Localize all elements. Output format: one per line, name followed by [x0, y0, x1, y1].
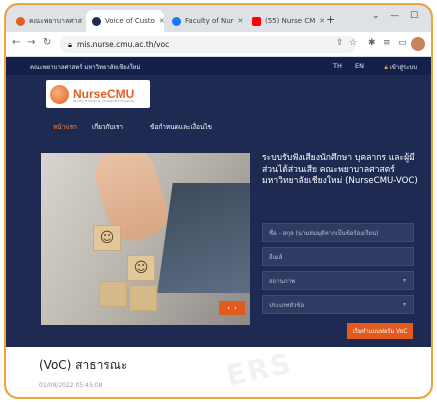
- nav-item-home[interactable]: หน้าแรก: [53, 122, 77, 132]
- browser-tab[interactable]: Faculty of Nur ✕: [166, 10, 244, 32]
- topic-type-select[interactable]: ประเภทหัวข้อ ▾: [262, 295, 414, 314]
- profile-avatar[interactable]: [411, 37, 425, 51]
- star-icon[interactable]: ☆: [349, 38, 357, 48]
- chevron-right-icon[interactable]: ›: [234, 304, 237, 312]
- nav-item-about[interactable]: เกี่ยวกับเรา: [92, 122, 123, 132]
- sidebar-icon[interactable]: ▭: [398, 38, 407, 48]
- voc-form: ระบบรับฟังเสียงนักศึกษา บุคลากร และผู้มี…: [262, 153, 422, 343]
- slider-pager[interactable]: ‹ ›: [219, 301, 245, 315]
- lock-icon: 🔒︎: [384, 64, 388, 71]
- tab-label: (55) Nurse CM: [265, 17, 316, 25]
- name-field-placeholder: ชื่อ - สกุล (นามสมมุติหากเป็นข้อร้องเรีย…: [269, 229, 379, 237]
- new-tab-icon[interactable]: +: [326, 13, 335, 26]
- minimize-icon[interactable]: —: [390, 11, 399, 21]
- section-heading: (VoC) สาธารณะ: [39, 358, 128, 372]
- browser-tab-active[interactable]: Voice of Custo ✕: [86, 10, 164, 32]
- content-section: ERS (VoC) สาธารณะ 01/09/2022 05:45:08: [6, 346, 431, 397]
- browser-tab[interactable]: คณะพยาบาลศาส ✕: [10, 10, 86, 32]
- wood-block: [129, 285, 157, 311]
- smiley-block-icon: ☺: [93, 225, 121, 251]
- topic-type-placeholder: ประเภทหัวข้อ: [269, 301, 305, 309]
- address-bar[interactable]: 🔒︎ mis.nurse.cmu.ac.th/voc: [60, 36, 356, 53]
- email-field[interactable]: อีเมล์: [262, 247, 414, 266]
- share-icon[interactable]: ⇪: [336, 38, 344, 48]
- smiley-block-icon: ☺: [127, 255, 155, 281]
- forward-icon[interactable]: →: [27, 37, 35, 48]
- browser-toolbar: ← → ↻ 🔒︎ mis.nurse.cmu.ac.th/voc ⇪ ☆ ✱ ≡…: [6, 32, 431, 57]
- site-top-bar: คณะพยาบาลศาสตร์ มหาวิทยาลัยเชียงใหม่ TH …: [6, 57, 431, 75]
- screenshot-frame: คณะพยาบาลศาส ✕ Voice of Custo ✕ Faculty …: [4, 3, 433, 399]
- tab-favicon-icon: [16, 16, 25, 26]
- start-voc-form-button[interactable]: เริ่มทำแบบฟอร์ม VoC: [347, 323, 413, 339]
- form-title: ระบบรับฟังเสียงนักศึกษา บุคลากร และผู้มี…: [262, 153, 418, 186]
- chevron-down-icon: ▾: [402, 277, 406, 284]
- youtube-icon: [252, 16, 261, 26]
- status-select[interactable]: สถานภาพ ▾: [262, 271, 414, 290]
- browser-tab-strip: คณะพยาบาลศาส ✕ Voice of Custo ✕ Faculty …: [6, 5, 431, 32]
- lang-en-link[interactable]: EN: [355, 62, 364, 70]
- logo-subtext: Faculty of Nursing, Chiang Mai Universit…: [73, 99, 135, 103]
- lock-icon: 🔒︎: [68, 39, 72, 49]
- reload-icon[interactable]: ↻: [43, 37, 51, 48]
- hero-photo: ☺ ☺ ‹ ›: [41, 153, 250, 325]
- maximize-icon[interactable]: ☐: [410, 11, 418, 21]
- watermark-text: ERS: [223, 346, 296, 393]
- hero-section: ☺ ☺ ‹ › ระบบรับฟังเสียงนักศึกษา บุคลากร …: [6, 149, 431, 347]
- url-text: mis.nurse.cmu.ac.th/voc: [77, 40, 170, 49]
- status-select-placeholder: สถานภาพ: [269, 277, 296, 285]
- chevron-down-icon: ▾: [402, 301, 406, 308]
- back-icon[interactable]: ←: [12, 37, 20, 48]
- chevron-down-icon[interactable]: ⌄: [372, 11, 380, 21]
- login-link[interactable]: 🔒︎ เข้าสู่ระบบ: [385, 62, 417, 72]
- wood-block: [99, 281, 127, 307]
- lang-th-link[interactable]: TH: [333, 62, 342, 70]
- extensions-icon[interactable]: ✱: [368, 38, 376, 48]
- nurse-cmu-emblem-icon: [50, 84, 69, 104]
- browser-tab[interactable]: (55) Nurse CM ✕: [246, 10, 324, 32]
- tab-label: Voice of Custo: [105, 17, 155, 25]
- chevron-left-icon[interactable]: ‹: [227, 304, 230, 312]
- laptop-image: [157, 183, 250, 293]
- site-logo[interactable]: NurseCMU Faculty of Nursing, Chiang Mai …: [46, 80, 150, 108]
- post-date: 01/09/2022 05:45:08: [39, 382, 103, 389]
- university-name: คณะพยาบาลศาสตร์ มหาวิทยาลัยเชียงใหม่: [30, 64, 141, 71]
- close-icon[interactable]: ✕: [159, 17, 164, 25]
- login-label: เข้าสู่ระบบ: [389, 64, 417, 71]
- reading-list-icon[interactable]: ≡: [383, 38, 391, 48]
- facebook-icon: [172, 16, 181, 26]
- nav-item-terms[interactable]: ข้อกำหนดและเงื่อนไข: [150, 122, 212, 132]
- tab-favicon-icon: [92, 16, 101, 26]
- email-field-placeholder: อีเมล์: [269, 253, 283, 261]
- close-icon[interactable]: ✕: [319, 17, 324, 25]
- logo-band: NurseCMU Faculty of Nursing, Chiang Mai …: [6, 75, 431, 111]
- tab-label: คณะพยาบาลศาส: [29, 16, 82, 25]
- name-field[interactable]: ชื่อ - สกุล (นามสมมุติหากเป็นข้อร้องเรีย…: [262, 223, 414, 242]
- main-nav: หน้าแรก เกี่ยวกับเรา ข้อกำหนดและเงื่อนไข: [6, 111, 431, 149]
- close-icon[interactable]: ✕: [238, 17, 244, 25]
- tab-label: Faculty of Nur: [185, 17, 234, 25]
